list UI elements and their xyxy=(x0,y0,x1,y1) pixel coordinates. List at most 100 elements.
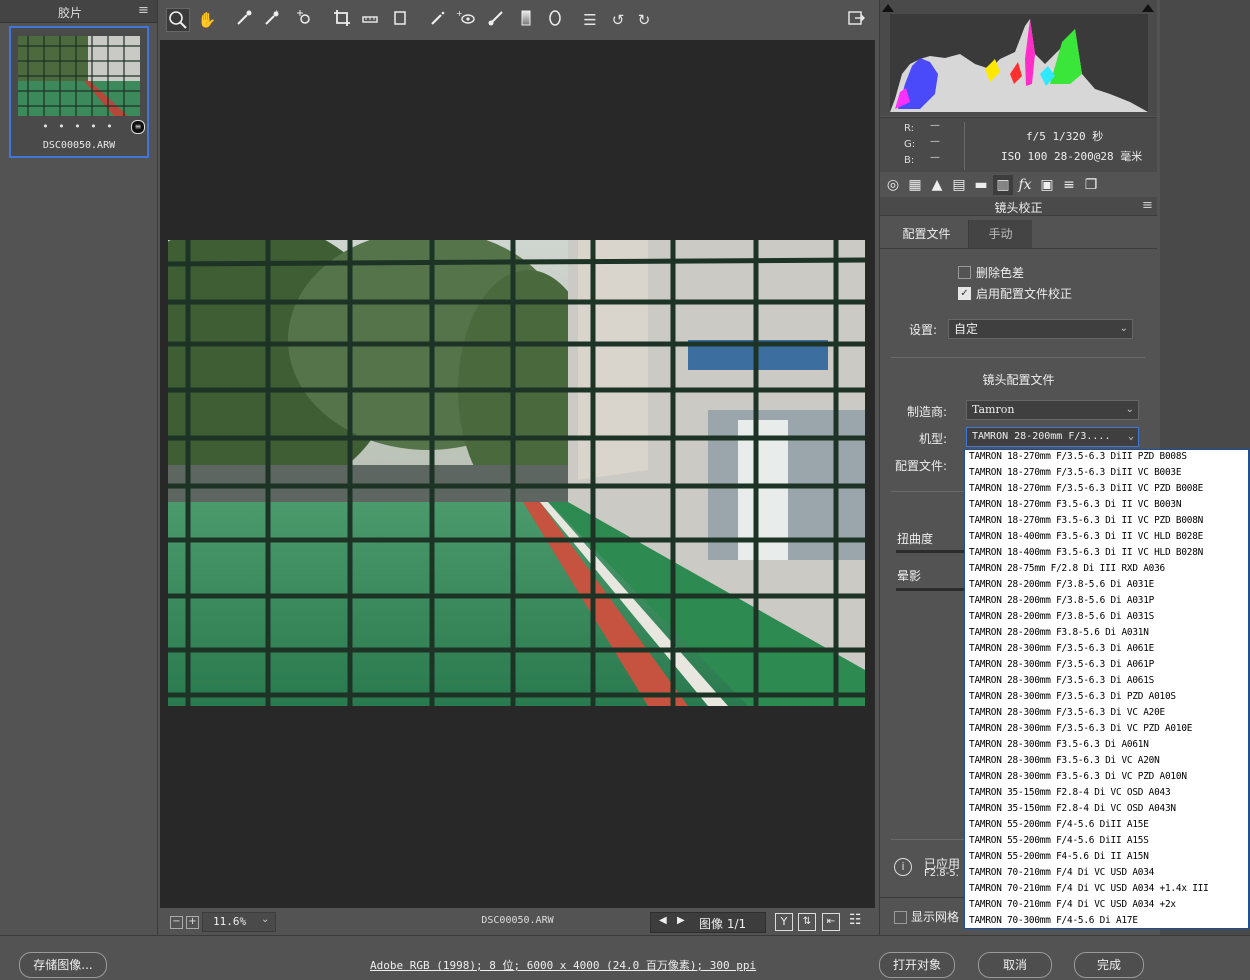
open-object-button[interactable]: 打开对象 xyxy=(879,952,955,978)
spot-removal-tool-icon[interactable] xyxy=(426,8,450,32)
lens-model-dropdown[interactable]: TAMRON 18-270mm F/3.5-6.3 DiII PZD B008S… xyxy=(964,449,1249,929)
highlight-clipping-icon[interactable] xyxy=(1142,4,1154,12)
effects-tab-icon[interactable]: fx xyxy=(1015,175,1035,195)
dropdown-option[interactable]: TAMRON 28-300mm F/3.5-6.3 Di PZD A010S xyxy=(969,691,1176,702)
hand-tool-icon[interactable]: ✋ xyxy=(195,8,219,32)
dropdown-option[interactable]: TAMRON 28-75mm F/2.8 Di III RXD A036 xyxy=(969,563,1165,574)
copy-settings-icon[interactable]: ⇤ xyxy=(822,913,840,931)
dropdown-option[interactable]: TAMRON 18-270mm F/3.5-6.3 DiII VC B003E xyxy=(969,467,1182,478)
dropdown-option[interactable]: TAMRON 18-400mm F3.5-6.3 Di II VC HLD B0… xyxy=(969,531,1203,542)
split-toning-tab-icon[interactable]: ▬ xyxy=(971,175,991,195)
dropdown-option[interactable]: TAMRON 18-270mm F3.5-6.3 Di II VC PZD B0… xyxy=(969,515,1203,526)
dropdown-option[interactable]: TAMRON 55-200mm F/4-5.6 DiII A15E xyxy=(969,819,1149,830)
dropdown-option[interactable]: TAMRON 35-150mm F2.8-4 Di VC OSD A043 xyxy=(969,787,1171,798)
dropdown-option[interactable]: TAMRON 28-300mm F/3.5-6.3 Di A061S xyxy=(969,675,1154,686)
dropdown-option[interactable]: TAMRON 70-210mm F/4 Di VC USD A034 +2x xyxy=(969,899,1176,910)
dropdown-option[interactable]: TAMRON 18-400mm F3.5-6.3 Di II VC HLD B0… xyxy=(969,547,1203,558)
filmstrip-title: 胶片 xyxy=(57,6,82,20)
adjustment-brush-icon[interactable] xyxy=(484,8,508,32)
dropdown-option[interactable]: TAMRON 28-200mm F/3.8-5.6 Di A031E xyxy=(969,579,1154,590)
tab-profile[interactable]: 配置文件 xyxy=(885,220,968,248)
remove-ca-checkbox[interactable] xyxy=(958,266,971,279)
thumbnail-rating[interactable]: • • • • • xyxy=(11,120,147,133)
preview-image[interactable] xyxy=(168,240,865,706)
presets-tab-icon[interactable]: ≡ xyxy=(1059,175,1079,195)
dropdown-option[interactable]: TAMRON 28-300mm F/3.5-6.3 Di A061P xyxy=(969,659,1154,670)
dropdown-option[interactable]: TAMRON 28-200mm F/3.8-5.6 Di A031P xyxy=(969,595,1154,606)
adjustment-badge-icon: ≡ xyxy=(131,120,145,134)
color-sampler-tool-icon[interactable]: + xyxy=(260,8,284,32)
detail-tab-icon[interactable]: ▲ xyxy=(927,175,947,195)
zoom-tool-icon[interactable] xyxy=(166,8,190,32)
panel-tab-icons: ◎ ▦ ▲ ▤ ▬ ▥ fx ▣ ≡ ❐ xyxy=(880,173,1157,197)
targeted-adjustment-tool-icon[interactable] xyxy=(292,8,316,32)
thumbnail-image xyxy=(18,36,140,116)
histogram xyxy=(880,0,1157,116)
dropdown-option[interactable]: TAMRON 70-210mm F/4 Di VC USD A034 +1.4x… xyxy=(969,883,1209,894)
done-button[interactable]: 完成 xyxy=(1074,952,1144,978)
dropdown-option[interactable]: TAMRON 55-200mm F/4-5.6 DiII A15S xyxy=(969,835,1149,846)
dropdown-option[interactable]: TAMRON 18-270mm F3.5-6.3 Di II VC B003N xyxy=(969,499,1182,510)
basic-tab-icon[interactable]: ◎ xyxy=(883,175,903,195)
distortion-slider[interactable] xyxy=(896,550,964,553)
radial-filter-icon[interactable] xyxy=(543,8,567,32)
dropdown-option[interactable]: TAMRON 55-200mm F4-5.6 Di II A15N xyxy=(969,851,1149,862)
dropdown-option[interactable]: TAMRON 28-300mm F/3.5-6.3 Di VC A20E xyxy=(969,707,1165,718)
dropdown-option[interactable]: TAMRON 18-270mm F/3.5-6.3 DiII PZD B008S xyxy=(969,451,1187,462)
dropdown-option[interactable]: TAMRON 70-210mm F/4 Di VC USD A034 xyxy=(969,867,1154,878)
dropdown-option[interactable]: TAMRON 18-270mm F/3.5-6.3 DiII VC PZD B0… xyxy=(969,483,1203,494)
rotate-left-icon[interactable]: ↺ xyxy=(606,8,630,32)
model-select[interactable]: TAMRON 28-200mm F/3.... ⌄ xyxy=(966,427,1139,447)
red-eye-tool-icon[interactable]: + xyxy=(454,8,478,32)
remove-ca-label: 删除色差 xyxy=(976,266,1025,280)
tone-curve-tab-icon[interactable]: ▦ xyxy=(905,175,925,195)
next-image-icon[interactable]: ▶ xyxy=(677,915,685,926)
dropdown-option[interactable]: TAMRON 28-300mm F3.5-6.3 Di VC A20N xyxy=(969,755,1160,766)
save-image-button[interactable]: 存储图像... xyxy=(19,952,107,978)
canvas-status-bar: − + 11.6% ⌄ DSC00050.ARW ◀ ▶ 图像 1/1 Y ⇅ … xyxy=(160,908,875,936)
cancel-button[interactable]: 取消 xyxy=(978,952,1052,978)
lens-profile-heading: 镜头配置文件 xyxy=(982,373,1055,387)
camera-calibration-tab-icon[interactable]: ▣ xyxy=(1037,175,1057,195)
tab-manual[interactable]: 手动 xyxy=(968,220,1032,248)
workflow-options-link[interactable]: Adobe RGB (1998); 8 位; 6000 x 4000 (24.0… xyxy=(370,957,756,973)
graduated-filter-icon[interactable] xyxy=(514,8,538,32)
shadow-clipping-icon[interactable] xyxy=(882,4,894,12)
view-settings-icon[interactable]: ☷ xyxy=(849,912,862,928)
dropdown-option[interactable]: TAMRON 28-300mm F3.5-6.3 Di VC PZD A010N xyxy=(969,771,1187,782)
swap-settings-icon[interactable]: ⇅ xyxy=(798,913,816,931)
dropdown-option[interactable]: TAMRON 28-300mm F3.5-6.3 Di A061N xyxy=(969,739,1149,750)
hsl-tab-icon[interactable]: ▤ xyxy=(949,175,969,195)
lens-corrections-tab-icon[interactable]: ▥ xyxy=(993,175,1013,195)
dropdown-option[interactable]: TAMRON 28-200mm F/3.8-5.6 Di A031S xyxy=(969,611,1154,622)
dropdown-option[interactable]: TAMRON 28-300mm F/3.5-6.3 Di VC PZD A010… xyxy=(969,723,1192,734)
preferences-list-icon[interactable]: ☰ xyxy=(578,8,602,32)
enable-profile-label: 启用配置文件校正 xyxy=(976,287,1073,301)
filmstrip-menu-icon[interactable]: ≡ xyxy=(138,3,149,18)
section-divider xyxy=(891,357,1145,358)
dropdown-option[interactable]: TAMRON 70-300mm F/4-5.6 Di A17E xyxy=(969,915,1138,926)
show-grid-checkbox[interactable] xyxy=(894,911,907,924)
dropdown-option[interactable]: TAMRON 28-200mm F3.8-5.6 Di A031N xyxy=(969,627,1149,638)
white-balance-tool-icon[interactable] xyxy=(232,8,256,32)
filmstrip-thumbnail[interactable]: • • • • • ≡ DSC00050.ARW xyxy=(9,26,149,158)
histogram-graph xyxy=(890,14,1148,112)
transform-tool-icon[interactable] xyxy=(388,8,412,32)
crop-tool-icon[interactable] xyxy=(330,8,354,32)
previous-image-icon[interactable]: ◀ xyxy=(659,915,667,926)
dropdown-option[interactable]: TAMRON 28-300mm F/3.5-6.3 Di A061E xyxy=(969,643,1154,654)
show-grid-label: 显示网格 xyxy=(911,910,960,924)
dropdown-option[interactable]: TAMRON 35-150mm F2.8-4 Di VC OSD A043N xyxy=(969,803,1176,814)
enable-profile-checkbox[interactable]: ✓ xyxy=(958,287,971,300)
panel-menu-icon[interactable]: ≡ xyxy=(1142,198,1153,213)
red-label: R: xyxy=(904,123,915,134)
setup-select[interactable]: 自定 ⌄ xyxy=(948,319,1133,339)
snapshots-tab-icon[interactable]: ❐ xyxy=(1081,175,1101,195)
vignetting-slider[interactable] xyxy=(896,588,964,591)
before-after-view-icon[interactable]: Y xyxy=(775,913,793,931)
rotate-right-icon[interactable]: ↻ xyxy=(632,8,656,32)
straighten-tool-icon[interactable] xyxy=(358,8,382,32)
make-select[interactable]: Tamron ⌄ xyxy=(966,400,1139,420)
fullscreen-toggle-icon[interactable] xyxy=(844,8,868,32)
make-value: Tamron xyxy=(972,403,1015,416)
